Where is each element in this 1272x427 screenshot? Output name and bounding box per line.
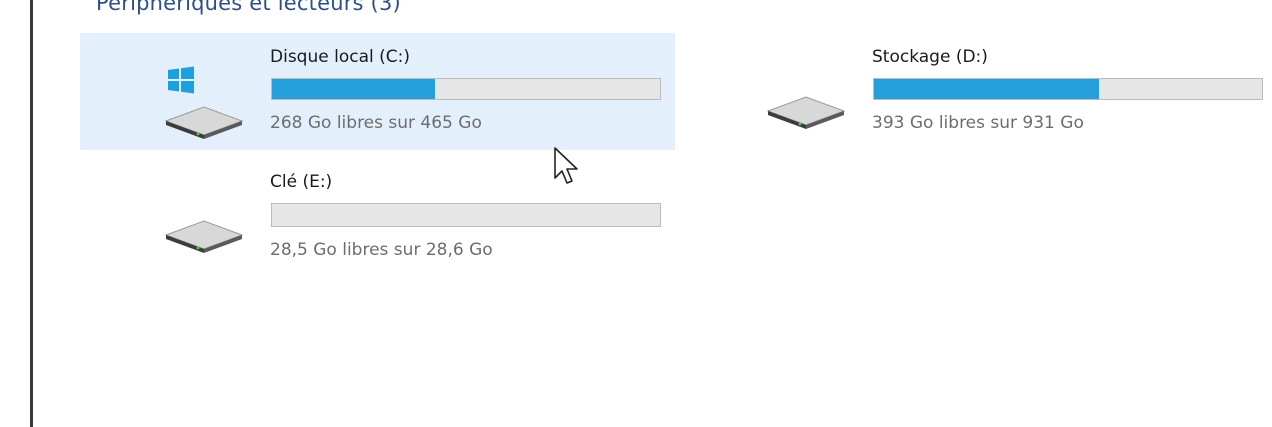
drive-tile-e[interactable]: Clé (E:) 28,5 Go libres sur 28,6 Go [80,150,675,267]
windows-logo-icon [168,66,194,94]
drive-usage-bar [873,78,1263,100]
devices-section-header[interactable]: Périphériques et lecteurs (3) [96,0,401,15]
navigation-pane-divider[interactable] [30,0,33,427]
windows-drive-icon [164,106,244,139]
drive-tile-c[interactable]: Disque local (C:) 268 Go libres sur 465 … [80,33,675,150]
drive-tile-d[interactable]: Stockage (D:) 393 Go libres sur 931 Go [682,33,1272,150]
drive-name: Clé (E:) [270,172,333,192]
drive-free-space: 393 Go libres sur 931 Go [872,113,1084,133]
drive-usage-bar [271,203,661,227]
drive-name: Stockage (D:) [872,47,988,67]
drive-name: Disque local (C:) [270,47,410,67]
mouse-pointer-icon [554,147,578,184]
drive-usage-bar [271,78,661,100]
drive-usage-fill [272,79,435,99]
drive-free-space: 268 Go libres sur 465 Go [270,113,482,133]
hard-drive-icon [766,96,846,129]
file-explorer-pane: Périphériques et lecteurs (3) Disque loc… [0,0,1272,427]
hard-drive-icon [164,220,244,253]
drive-free-space: 28,5 Go libres sur 28,6 Go [270,240,493,260]
drive-usage-fill [874,79,1100,99]
